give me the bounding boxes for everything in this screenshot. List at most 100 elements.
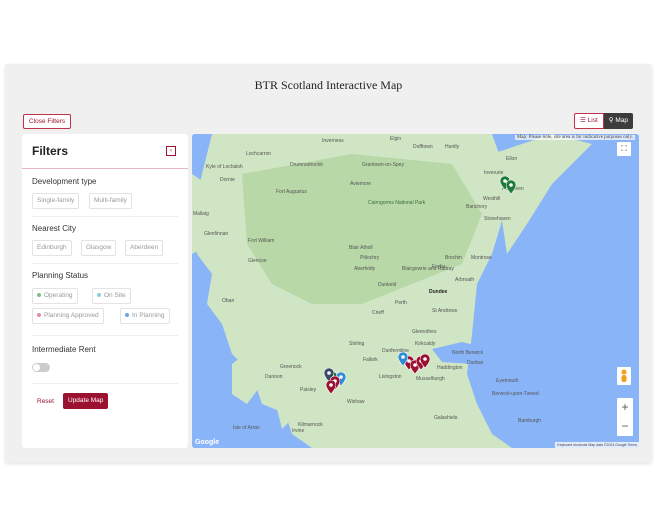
collapse-filters-button[interactable]: ‹ xyxy=(166,146,176,156)
map-label: Paisley xyxy=(300,387,317,393)
map-view-button[interactable]: ⚲ Map xyxy=(603,113,633,129)
map-label: Westhill xyxy=(483,196,501,202)
list-view-button[interactable]: ☰ List xyxy=(574,113,604,129)
map-label: Perth xyxy=(395,300,407,306)
map-label: Ellon xyxy=(506,156,518,162)
map-label: Kyle of Lochalsh xyxy=(206,164,243,170)
map-label: Bamburgh xyxy=(518,418,542,424)
reset-button[interactable]: Reset xyxy=(37,398,54,405)
chip-label: Operating xyxy=(44,292,73,299)
map-label: St Andrews xyxy=(432,308,458,314)
nearest-city-label: Nearest City xyxy=(32,224,77,233)
fullscreen-icon[interactable]: ⛶ xyxy=(617,142,631,156)
map-label: Greenock xyxy=(280,364,302,370)
map-view-label: Map xyxy=(615,117,628,124)
map-label: Glencoe xyxy=(248,258,267,264)
map-pin-glasgow[interactable] xyxy=(325,379,337,395)
intermediate-rent-label: Intermediate Rent xyxy=(32,345,96,354)
map-disclaimer: Map: Please note, site area is for indic… xyxy=(514,135,635,140)
close-filters-button[interactable]: Close Filters xyxy=(23,114,72,129)
map-label: Huntly xyxy=(445,144,460,150)
planning-status-label: Planning Status xyxy=(32,271,89,280)
chip-edinburgh[interactable]: Edinburgh xyxy=(32,240,72,256)
chip-glasgow[interactable]: Glasgow xyxy=(81,240,117,256)
page-title: BTR Scotland Interactive Map xyxy=(254,78,403,92)
status-dot-icon xyxy=(37,293,41,298)
map-label: Inverness xyxy=(322,138,344,144)
map-pin-aberdeen[interactable] xyxy=(505,179,517,195)
status-dot-icon xyxy=(37,313,41,318)
map-label: Crieff xyxy=(372,310,384,316)
intermediate-rent-toggle[interactable] xyxy=(32,363,50,372)
zoom-control: + − xyxy=(617,398,633,436)
map-label: Haddington xyxy=(437,365,463,371)
zoom-in-button[interactable]: + xyxy=(617,398,633,417)
map-label: Dundee xyxy=(429,289,448,295)
map-label: Mallaig xyxy=(193,211,209,217)
map-terrain xyxy=(192,134,639,448)
map-label: Dunkeld xyxy=(378,282,397,288)
map-label: Wishaw xyxy=(347,399,365,405)
map-label: Irvine xyxy=(292,428,305,434)
chip-on-site[interactable]: On Site xyxy=(92,288,131,304)
map-label: Brechin xyxy=(445,255,462,261)
map-label: Isle of Arran xyxy=(233,425,260,431)
map-attribution: Keyboard shortcuts Map data ©2024 Google… xyxy=(555,442,639,448)
map-canvas[interactable]: Inverness Lochcarron Kyle of Lochalsh Do… xyxy=(192,134,639,448)
map-label: Aviemore xyxy=(350,181,372,187)
map-label: Eyemouth xyxy=(496,378,519,384)
list-view-label: List xyxy=(587,117,598,124)
chip-operating[interactable]: Operating xyxy=(32,288,78,304)
map-label: Fort Augustus xyxy=(276,189,307,195)
list-icon: ☰ xyxy=(580,117,586,124)
chip-in-planning[interactable]: In Planning xyxy=(120,308,170,324)
zoom-out-button[interactable]: − xyxy=(617,417,633,436)
chip-planning-approved[interactable]: Planning Approved xyxy=(32,308,104,324)
chip-aberdeen[interactable]: Aberdeen xyxy=(125,240,164,256)
map-label: Banchory xyxy=(466,204,488,210)
map-label: Dornie xyxy=(220,177,235,183)
map-label: Lochcarron xyxy=(246,151,272,157)
chip-label: On Site xyxy=(104,292,126,299)
divider xyxy=(32,383,178,384)
street-view-pegman-icon[interactable] xyxy=(617,367,631,385)
map-label: Musselburgh xyxy=(416,376,445,382)
map-label: Dunbar xyxy=(467,360,484,366)
map-pin-edinburgh[interactable] xyxy=(419,353,431,369)
map-label: Forfar xyxy=(432,264,446,270)
toggle-knob xyxy=(33,364,40,371)
map-label: Montrose xyxy=(471,255,492,261)
map-label: Drumnadrochit xyxy=(290,162,323,168)
map-label: Arbroath xyxy=(455,277,475,283)
chip-label: Planning Approved xyxy=(44,312,99,319)
divider xyxy=(32,335,178,336)
map-label: Grantown-on-Spey xyxy=(362,162,404,168)
map-label: Falkirk xyxy=(363,357,378,363)
map-label: Blair Atholl xyxy=(349,245,373,251)
map-label: Cairngorms National Park xyxy=(368,200,426,206)
map-label: Stonehaven xyxy=(484,216,511,222)
filters-header: Filters ‹ xyxy=(22,134,188,169)
map-label: Oban xyxy=(222,298,235,304)
divider xyxy=(32,263,178,264)
update-map-button[interactable]: Update Map xyxy=(63,393,109,409)
status-dot-icon xyxy=(125,313,129,318)
map-label: Blairgowrie and Rattray xyxy=(402,266,454,272)
divider xyxy=(32,216,178,217)
chip-single-family[interactable]: Single-family xyxy=(32,193,80,209)
location-pin-icon: ⚲ xyxy=(608,117,614,124)
map-label: Aberfeldy xyxy=(354,266,376,272)
map-label: Dunoon xyxy=(265,374,283,380)
map-label: Galashiels xyxy=(434,415,458,421)
map-pin-livingston[interactable] xyxy=(397,351,409,367)
map-label: Berwick-upon-Tweed xyxy=(492,391,539,397)
map-label: Dufftown xyxy=(413,144,433,150)
filters-title: Filters xyxy=(32,144,69,158)
chip-multi-family[interactable]: Multi-family xyxy=(89,193,132,209)
status-dot-icon xyxy=(97,293,101,298)
map-label: Kirkcaldy xyxy=(415,341,436,347)
map-label: Stirling xyxy=(349,341,365,347)
map-widget: BTR Scotland Interactive Map Close Filte… xyxy=(5,64,652,463)
map-label: Fort William xyxy=(248,238,275,244)
map-label: Livingston xyxy=(379,374,402,380)
